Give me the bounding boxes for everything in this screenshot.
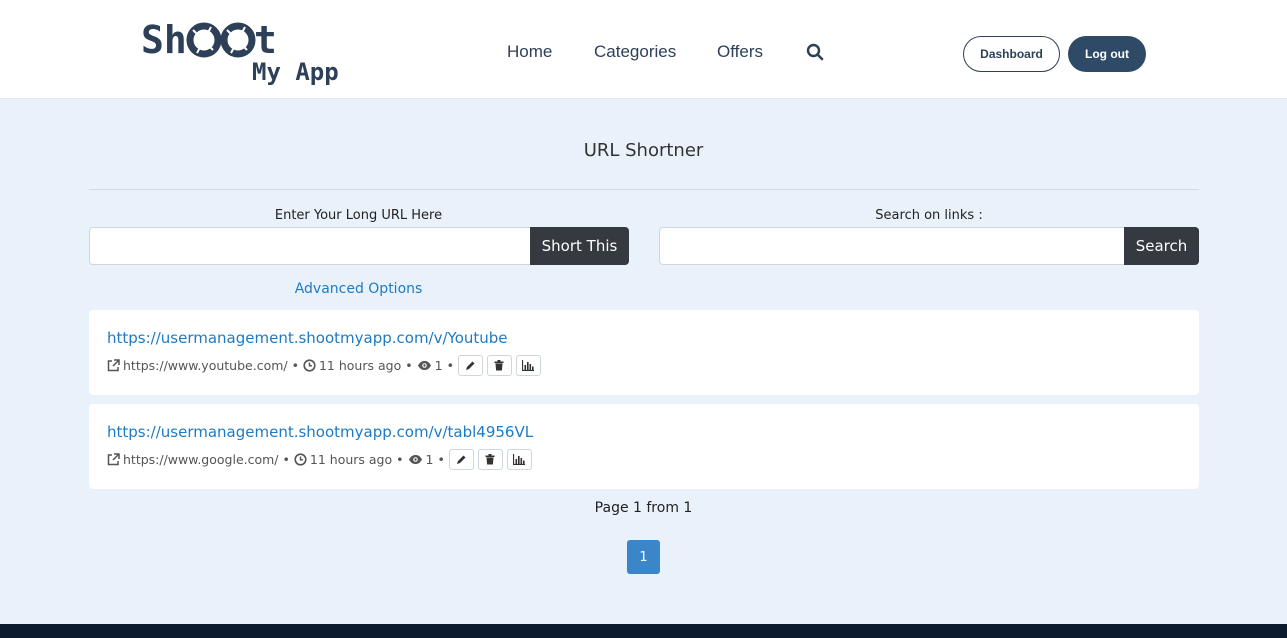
svg-text:Sh: Sh [141, 20, 187, 62]
long-url-label: Enter Your Long URL Here [274, 208, 443, 223]
pagination-info: Page 1 from 1 [594, 500, 693, 516]
shoot-my-app-logo[interactable]: Sh t My App [141, 20, 351, 86]
nav-home[interactable]: Home [507, 42, 552, 62]
long-url[interactable]: https://www.youtube.com/ [123, 358, 288, 373]
short-this-button[interactable]: Short This [530, 227, 629, 265]
link-card: https://usermanagement.shootmyapp.com/v/… [89, 404, 1199, 489]
clock-icon [294, 452, 307, 466]
long-url[interactable]: https://www.google.com/ [123, 452, 279, 467]
long-url-input[interactable] [89, 227, 531, 265]
view-count: 1 [434, 357, 443, 373]
delete-button[interactable] [486, 354, 512, 376]
logout-button[interactable]: Log out [1068, 36, 1146, 72]
search-links-label: Search on links : [875, 208, 983, 223]
advanced-options-link[interactable]: Advanced Options [89, 281, 628, 297]
eye-icon [417, 359, 432, 372]
link-card: https://usermanagement.shootmyapp.com/v/… [89, 310, 1199, 395]
short-url-link[interactable]: https://usermanagement.shootmyapp.com/v/… [107, 423, 533, 441]
created-time: 11 hours ago [309, 451, 393, 467]
page-1-button[interactable]: 1 [627, 540, 660, 574]
trash-icon [494, 359, 504, 370]
clock-icon [303, 358, 316, 372]
pencil-icon [456, 455, 466, 464]
nav-categories[interactable]: Categories [594, 42, 676, 62]
delete-button[interactable] [477, 448, 503, 470]
stats-button[interactable] [515, 354, 541, 376]
nav-offers[interactable]: Offers [717, 42, 763, 62]
dashboard-button[interactable]: Dashboard [963, 36, 1060, 72]
external-link-icon [107, 452, 120, 466]
external-link-icon [107, 358, 120, 372]
search-icon[interactable] [806, 43, 824, 61]
svg-text:t: t [254, 20, 277, 62]
edit-button[interactable] [448, 448, 474, 470]
pencil-icon [465, 361, 475, 370]
search-links-input[interactable] [659, 227, 1125, 265]
trash-icon [485, 453, 495, 464]
eye-icon [408, 453, 423, 466]
search-button[interactable]: Search [1124, 227, 1199, 265]
link-meta: https://www.google.com/ • 11 hours ago •… [107, 448, 536, 470]
link-meta: https://www.youtube.com/ • 11 hours ago … [107, 354, 545, 376]
view-count: 1 [425, 451, 434, 467]
logo-subtext: My App [252, 58, 339, 86]
bar-chart-icon [522, 359, 535, 371]
footer [0, 624, 1287, 638]
divider [89, 189, 1199, 190]
created-time: 11 hours ago [318, 357, 402, 373]
bar-chart-icon [513, 453, 526, 465]
short-url-link[interactable]: https://usermanagement.shootmyapp.com/v/… [107, 329, 508, 347]
edit-button[interactable] [457, 354, 483, 376]
stats-button[interactable] [506, 448, 532, 470]
top-navbar: Sh t My App Home Categories Offers Dashb… [0, 0, 1287, 99]
page-title: URL Shortner [583, 140, 704, 161]
